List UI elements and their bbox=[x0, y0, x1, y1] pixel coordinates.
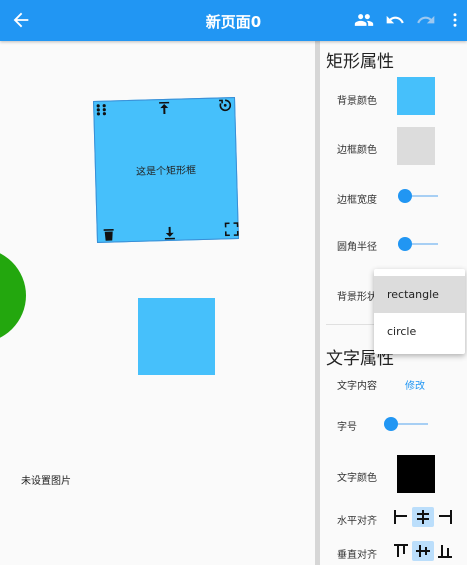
no-image-label: 未设置图片 bbox=[21, 476, 71, 487]
v-align-label: 垂直对齐 bbox=[337, 550, 377, 561]
slider-thumb[interactable] bbox=[398, 237, 412, 251]
align-top-icon[interactable] bbox=[390, 541, 412, 561]
border-width-label: 边框宽度 bbox=[337, 195, 377, 206]
move-to-bottom-icon[interactable] bbox=[163, 226, 177, 240]
bg-shape-dropdown: rectangle circle bbox=[374, 269, 465, 354]
dropdown-option-circle[interactable]: circle bbox=[374, 313, 465, 350]
edit-text-link[interactable]: 修改 bbox=[405, 377, 425, 392]
align-center-v-button[interactable] bbox=[412, 541, 434, 561]
corner-radius-label: 圆角半径 bbox=[337, 242, 377, 253]
move-to-top-icon[interactable] bbox=[157, 101, 171, 115]
design-canvas[interactable]: 这是个矩形框 未设置图片 bbox=[0, 41, 315, 565]
border-width-slider[interactable] bbox=[398, 189, 438, 203]
text-color-label: 文字颜色 bbox=[337, 473, 377, 484]
rotate-icon[interactable] bbox=[218, 98, 232, 112]
align-right-icon[interactable] bbox=[434, 507, 456, 527]
undo-icon[interactable] bbox=[385, 10, 405, 30]
align-bottom-icon[interactable] bbox=[434, 541, 456, 561]
text-content-label: 文字内容 bbox=[337, 381, 377, 392]
drag-handle-icon[interactable] bbox=[95, 103, 109, 117]
text-color-swatch[interactable] bbox=[397, 455, 435, 493]
font-size-label: 字号 bbox=[337, 422, 357, 433]
rectangle-shape[interactable] bbox=[138, 298, 215, 375]
selected-rectangle[interactable]: 这是个矩形框 bbox=[93, 97, 239, 243]
bg-color-label: 背景颜色 bbox=[337, 96, 377, 107]
delete-icon[interactable] bbox=[102, 227, 116, 241]
border-color-label: 边框颜色 bbox=[337, 145, 377, 156]
rectangle-text: 这是个矩形框 bbox=[135, 165, 197, 178]
h-align-label: 水平对齐 bbox=[337, 516, 377, 527]
redo-icon[interactable] bbox=[416, 10, 436, 30]
rect-section-title: 矩形属性 bbox=[326, 52, 394, 72]
bg-color-swatch[interactable] bbox=[397, 77, 435, 115]
dropdown-option-rectangle[interactable]: rectangle bbox=[374, 276, 465, 313]
v-align-group bbox=[390, 541, 456, 561]
h-align-group bbox=[390, 507, 456, 527]
align-center-h-icon bbox=[417, 510, 429, 524]
align-center-h-button[interactable] bbox=[412, 507, 434, 527]
align-left-icon[interactable] bbox=[390, 507, 412, 527]
slider-thumb[interactable] bbox=[384, 417, 398, 431]
slider-thumb[interactable] bbox=[398, 189, 412, 203]
app-bar: 新页面0 bbox=[0, 0, 467, 41]
more-vert-icon[interactable] bbox=[446, 10, 464, 30]
resize-icon[interactable] bbox=[224, 222, 239, 237]
green-circle-shape[interactable] bbox=[0, 248, 26, 343]
font-size-slider[interactable] bbox=[384, 417, 428, 431]
corner-radius-slider[interactable] bbox=[398, 237, 438, 251]
bg-shape-label: 背景形状 bbox=[337, 292, 377, 303]
align-center-v-icon bbox=[416, 545, 430, 557]
people-icon[interactable] bbox=[354, 10, 374, 30]
border-color-swatch[interactable] bbox=[397, 127, 435, 165]
